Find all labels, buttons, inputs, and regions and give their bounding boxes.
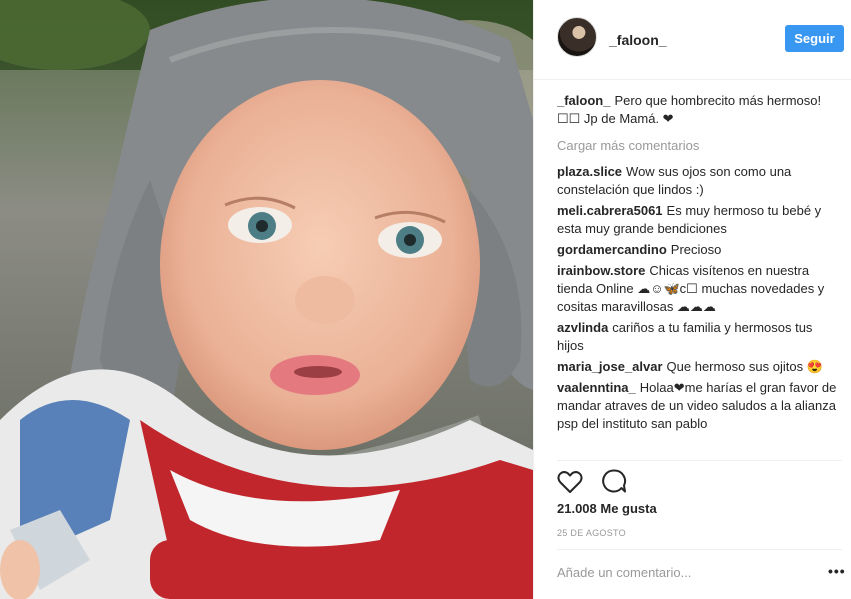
comment-text: Que hermoso sus ojitos 😍 <box>666 359 823 374</box>
instagram-post: _faloon_ Seguir _faloon_ Pero que hombrec… <box>0 0 851 599</box>
comment-item: maria_jose_alvar Que hermoso sus ojitos 😍 <box>557 358 840 376</box>
header-username[interactable]: _faloon_ <box>609 32 667 48</box>
divider <box>557 549 842 550</box>
post-header: _faloon_ Seguir <box>534 0 851 80</box>
comment-username[interactable]: irainbow.store <box>557 263 645 278</box>
likes-count[interactable]: 21.008 Me gusta <box>557 501 657 516</box>
load-more-comments-link[interactable]: Cargar más comentarios <box>557 137 840 155</box>
comment-icon[interactable] <box>601 468 627 494</box>
caption-username[interactable]: _faloon_ <box>557 93 610 108</box>
comment-item: meli.cabrera5061 Es muy hermoso tu bebé y… <box>557 202 840 238</box>
post-actions <box>557 468 627 494</box>
comment-username[interactable]: vaalenntina_ <box>557 380 636 395</box>
post-photo[interactable] <box>0 0 533 599</box>
comment-username[interactable]: plaza.slice <box>557 164 622 179</box>
more-options-icon[interactable]: ••• <box>828 563 846 579</box>
heart-icon[interactable] <box>557 470 583 494</box>
post-date: 25 DE AGOSTO <box>557 528 626 538</box>
baby-photo-image <box>0 0 533 599</box>
comment-item: azvlinda cariños a tu familia y hermosos … <box>557 319 840 355</box>
comment-username[interactable]: meli.cabrera5061 <box>557 203 663 218</box>
comment-username[interactable]: maria_jose_alvar <box>557 359 663 374</box>
follow-button[interactable]: Seguir <box>785 25 844 52</box>
comment-username[interactable]: azvlinda <box>557 320 608 335</box>
add-comment-input[interactable] <box>557 565 807 580</box>
comment-item: vaalenntina_ Holaa❤me harías el gran favo… <box>557 379 840 433</box>
caption: _faloon_ Pero que hombrecito más hermoso!… <box>557 92 840 128</box>
post-side-panel: _faloon_ Seguir _faloon_ Pero que hombrec… <box>533 0 851 599</box>
avatar[interactable] <box>557 17 597 57</box>
comment-item: plaza.slice Wow sus ojos son como una con… <box>557 163 840 199</box>
comment-item: irainbow.store Chicas visítenos en nuestr… <box>557 262 840 316</box>
comment-username[interactable]: gordamercandino <box>557 242 667 257</box>
comment-item: gordamercandino Precioso <box>557 241 840 259</box>
divider <box>557 460 842 461</box>
comments-list: _faloon_ Pero que hombrecito más hermoso!… <box>557 92 840 460</box>
comment-text: Precioso <box>670 242 722 257</box>
